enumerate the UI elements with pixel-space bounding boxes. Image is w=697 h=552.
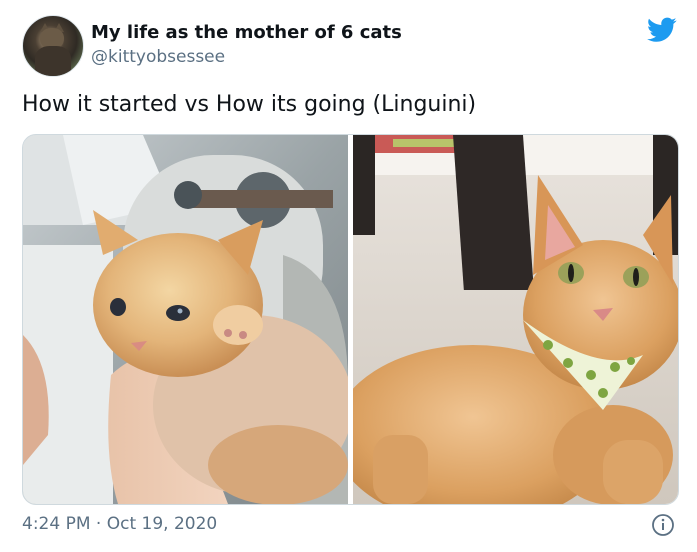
cat-bandana-illustration [353, 135, 678, 504]
meta-separator: · [95, 514, 102, 534]
tweet-media-grid [22, 134, 679, 505]
avatar-cat-body [35, 46, 71, 76]
kitten-photo-illustration [23, 135, 348, 504]
info-icon[interactable] [651, 513, 675, 537]
twitter-bird-icon[interactable] [647, 17, 677, 43]
author-display-name[interactable]: My life as the mother of 6 cats [91, 22, 402, 43]
tweet-date: Oct 19, 2020 [106, 514, 218, 534]
kitten-photo[interactable] [23, 135, 348, 504]
tweet-text: How it started vs How its going (Linguin… [22, 92, 477, 117]
author-avatar[interactable] [22, 15, 84, 77]
tweet-timestamp[interactable]: 4:24 PM · Oct 19, 2020 [22, 514, 217, 534]
author-handle[interactable]: @kittyobsessee [91, 47, 225, 67]
cat-bandana-photo[interactable] [353, 135, 678, 504]
tweet-time: 4:24 PM [22, 514, 91, 534]
tweet-card: My life as the mother of 6 cats @kittyob… [0, 0, 697, 552]
